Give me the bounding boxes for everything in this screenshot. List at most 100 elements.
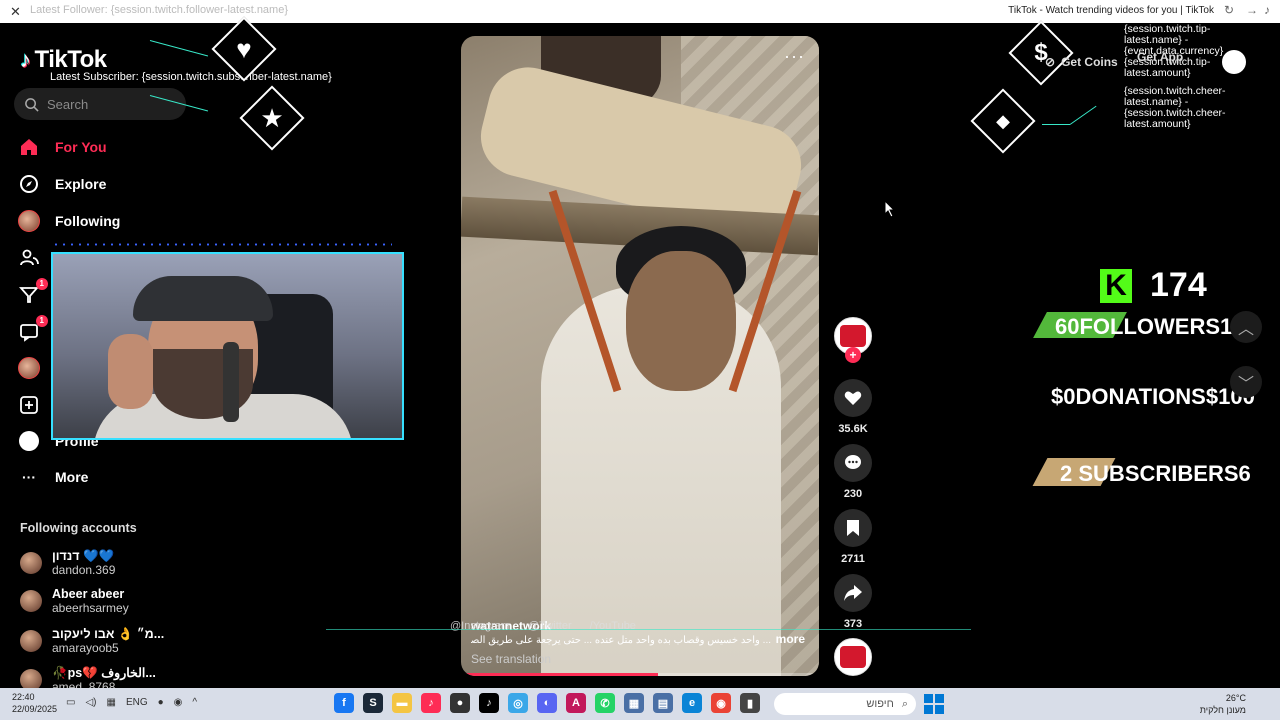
save-button[interactable]: 2711	[834, 509, 872, 565]
creator-logo-icon	[840, 325, 866, 347]
overlay-latest-subscriber: Latest Subscriber: {session.twitch.subsc…	[50, 71, 332, 83]
chrome-icon[interactable]: ◉	[711, 693, 731, 713]
network-icon[interactable]: ▦	[106, 697, 115, 708]
following-accounts-heading: Following accounts	[20, 521, 137, 535]
share-icon	[834, 574, 872, 612]
steam-icon[interactable]: S	[363, 693, 383, 713]
app-icon[interactable]: ◎	[508, 693, 528, 713]
avatar	[20, 630, 42, 652]
tiktok-app-icon[interactable]: ♪	[421, 693, 441, 713]
taskbar-search[interactable]: חיפוש ⌕	[774, 693, 916, 715]
account-username: dandon.369	[52, 563, 116, 577]
video-progress-bar[interactable]	[461, 673, 819, 676]
subscribers-goal: 2 SUBSCRIBERS6	[1060, 461, 1251, 486]
bookmark-icon	[834, 509, 872, 547]
language-indicator[interactable]: ENG	[126, 697, 148, 708]
following-account[interactable]: מ״ 👌 אבו ליעקוב... amarayoob5	[20, 627, 164, 655]
volume-icon[interactable]: ◁)	[85, 697, 96, 708]
more-link[interactable]: more	[776, 632, 805, 646]
chevron-up-icon[interactable]: ^	[192, 697, 197, 708]
store-icon[interactable]: ▤	[653, 693, 673, 713]
previous-video-button[interactable]: ︿	[1230, 311, 1262, 343]
account-name: Abeer abeer	[52, 587, 125, 601]
overlay-line	[149, 40, 209, 57]
share-button[interactable]: 373	[834, 574, 872, 630]
app-tray-icon[interactable]: ◉	[174, 697, 183, 708]
get-coins-button[interactable]: ⊘ Get Coins	[1045, 50, 1118, 74]
live-avatar	[18, 357, 40, 379]
forward-icon[interactable]: →	[1246, 3, 1258, 17]
following-account[interactable]: דנדון 💙💙 dandon.369	[20, 549, 115, 577]
notification-badge: 1	[35, 278, 48, 290]
app-a-icon[interactable]: A	[566, 693, 586, 713]
whatsapp-icon[interactable]: ✆	[595, 693, 615, 713]
comment-count: 230	[843, 488, 863, 500]
close-icon[interactable]: ✕	[10, 4, 21, 20]
nav-label: Explore	[55, 176, 107, 192]
search-box[interactable]: Search	[14, 88, 186, 120]
nav-friends[interactable]	[18, 247, 40, 269]
sound-disc[interactable]	[834, 638, 872, 676]
tiktok-note-icon: ♪	[20, 47, 31, 72]
nav-messages[interactable]: 1	[18, 315, 48, 343]
kick-counter: K 174	[1100, 266, 1207, 305]
like-button[interactable]: 35.6K	[834, 379, 872, 435]
avatar	[18, 210, 40, 232]
profile-icon	[18, 430, 40, 452]
comment-button[interactable]: 230	[834, 444, 872, 500]
calculator-icon[interactable]: ▦	[624, 693, 644, 713]
profile-avatar[interactable]	[1222, 50, 1246, 74]
mic-icon[interactable]: ●	[158, 697, 164, 708]
tiktok-tab-icon[interactable]: ♪	[1264, 3, 1270, 17]
nav-upload[interactable]	[18, 394, 40, 416]
nav-live[interactable]	[18, 357, 40, 379]
folder-icon[interactable]: ▬	[392, 693, 412, 713]
account-username: abeerhsarmey	[52, 601, 129, 615]
search-input[interactable]: Search	[47, 97, 88, 112]
account-name: מ״ 👌 אבו ליעקוב...	[52, 627, 165, 641]
creator-avatar[interactable]: +	[834, 317, 872, 363]
discord-icon[interactable]: ◐	[537, 693, 557, 713]
windows-start-icon[interactable]	[924, 694, 944, 714]
like-count: 35.6K	[838, 423, 868, 435]
tiktok-live-icon[interactable]: ♪	[479, 693, 499, 713]
weather-widget[interactable]: 26°C מעונן חלקית	[1200, 692, 1246, 716]
tiktok-logo[interactable]: ♪ TikTok	[20, 46, 107, 74]
windows-taskbar: 22:40 22/09/2025 ▭ ◁) ▦ ENG ● ◉ ^ f S ▬ ♪…	[0, 688, 1280, 720]
avatar	[20, 552, 42, 574]
webcam-feed	[51, 252, 404, 440]
nav-following[interactable]: Following	[18, 210, 120, 232]
taskbar-search-input[interactable]: חיפוש	[866, 698, 893, 710]
video-player[interactable]: ··· watannetwork ... واحد خسيس وقصاب بده…	[461, 36, 819, 676]
progress-fill	[461, 673, 658, 676]
account-name: דנדון 💙💙	[52, 549, 115, 563]
refresh-icon[interactable]: ↻	[1224, 3, 1234, 17]
account-username: amarayoob5	[52, 641, 119, 655]
terminal-icon[interactable]: ▮	[740, 693, 760, 713]
following-account[interactable]: Abeer abeer abeerhsarmey	[20, 587, 129, 615]
get-app-button[interactable]: Get App	[1137, 50, 1183, 64]
next-video-button[interactable]: ﹀	[1230, 366, 1262, 398]
star-icon: ★	[260, 102, 284, 133]
save-count: 2711	[841, 553, 865, 565]
nav-activity[interactable]: 1	[18, 278, 48, 306]
video-menu-icon[interactable]: ···	[784, 46, 805, 67]
nav-label: More	[55, 469, 89, 485]
nav-for-you[interactable]: For You	[18, 136, 107, 158]
obs-icon[interactable]: ●	[450, 693, 470, 713]
see-translation-link[interactable]: See translation	[471, 652, 809, 666]
heart-icon: ♥	[236, 33, 252, 64]
logo-text: TikTok	[34, 46, 108, 73]
follow-plus-icon[interactable]: +	[845, 347, 861, 363]
nav-more[interactable]: ··· More	[18, 466, 88, 488]
search-icon: ⌕	[901, 697, 908, 710]
edge-icon[interactable]: e	[682, 693, 702, 713]
battery-icon[interactable]: ▭	[66, 697, 75, 708]
nav-explore[interactable]: Explore	[18, 173, 106, 195]
overlay-cheer-latest: {session.twitch.cheer-latest.name} - {se…	[1124, 85, 1226, 130]
facebook-icon[interactable]: f	[334, 693, 354, 713]
video-description: ... واحد خسيس وقصاب بده واحد متل عنده ..…	[471, 635, 771, 646]
taskbar-clock[interactable]: 22:40 22/09/2025	[12, 691, 57, 715]
notification-badge: 1	[35, 315, 48, 327]
upload-icon	[18, 394, 40, 416]
